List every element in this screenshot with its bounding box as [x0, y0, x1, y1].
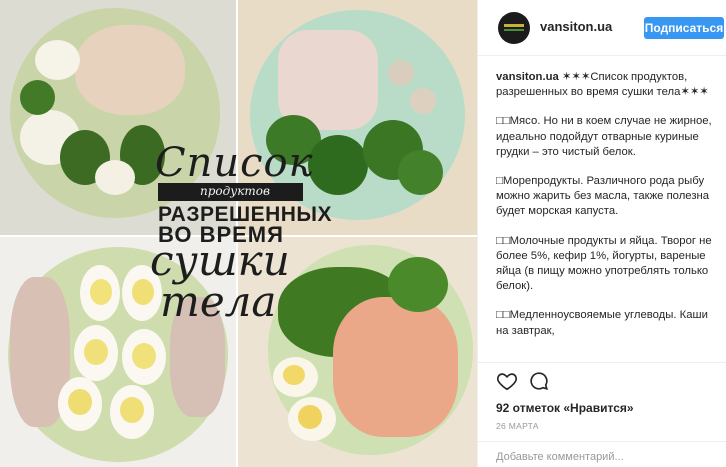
post-panel: vansiton.ua Подписаться vansiton.ua ✶✶✶С…	[477, 0, 726, 467]
avatar[interactable]	[498, 12, 530, 44]
username-link[interactable]: vansiton.ua	[540, 19, 612, 34]
caption-paragraph: □□Мясо. Но ни в коем случае не жирное, и…	[496, 114, 720, 160]
add-comment-field[interactable]: Добавьте комментарий...	[478, 441, 726, 467]
overlay-title-produktov: продуктов	[200, 184, 270, 198]
caption-text: □□Мясо. Но ни в коем случае не жирное, и…	[496, 115, 712, 158]
caption-text: □□Молочные продукты и яйца. Творог не бо…	[496, 234, 712, 293]
post-header: vansiton.ua Подписаться	[478, 0, 726, 56]
follow-button[interactable]: Подписаться	[644, 17, 724, 39]
caption-text: □□Медленноусвояемые углеводы. Каши на за…	[496, 309, 708, 337]
overlay-title-spisok: Список	[155, 140, 314, 186]
caption-paragraph: □□Молочные продукты и яйца. Творог не бо…	[496, 234, 720, 295]
post-date: 26 МАРТА	[496, 421, 539, 431]
add-comment-placeholder[interactable]: Добавьте комментарий...	[496, 451, 624, 463]
comment-bubble-icon[interactable]	[528, 370, 550, 392]
caption-paragraph: vansiton.ua ✶✶✶Список продуктов, разреше…	[496, 70, 720, 100]
caption: vansiton.ua ✶✶✶Список продуктов, разреше…	[496, 70, 720, 362]
caption-paragraph: □□Медленноусвояемые углеводы. Каши на за…	[496, 308, 720, 338]
overlay-title-tela: тела	[160, 277, 277, 326]
caption-text: □Морепродукты. Различного рода рыбу можн…	[496, 175, 710, 218]
heart-outline-icon[interactable]	[496, 370, 518, 392]
likes-count[interactable]: 92 отметок «Нравится»	[496, 401, 634, 415]
post-image[interactable]: Список продуктов РАЗРЕШЕННЫХ ВО ВРЕМЯ су…	[0, 0, 477, 467]
caption-paragraph: □Морепродукты. Различного рода рыбу можн…	[496, 174, 720, 220]
post-actions: 92 отметок «Нравится» 26 МАРТА Добавьте …	[478, 362, 726, 467]
caption-username[interactable]: vansiton.ua	[496, 71, 559, 83]
